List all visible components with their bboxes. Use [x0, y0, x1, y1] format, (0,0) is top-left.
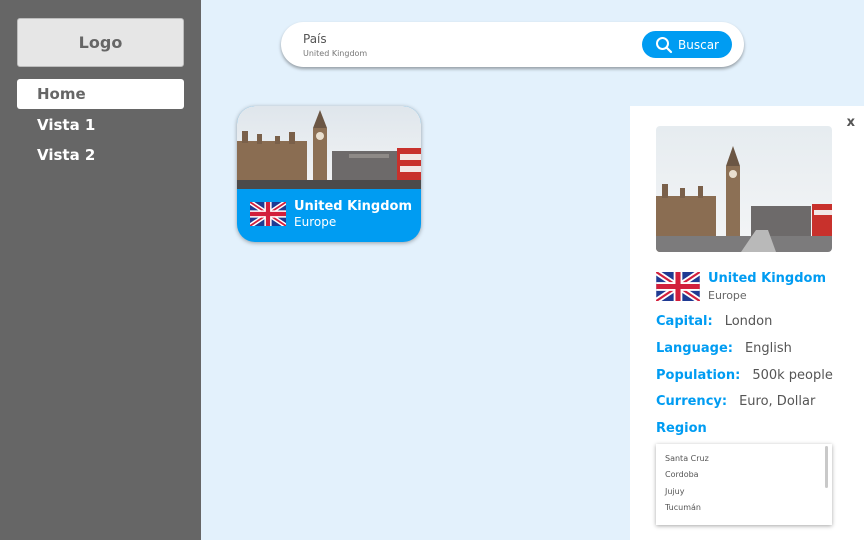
country-photo	[237, 106, 421, 189]
population-value: 500k people	[752, 368, 833, 383]
sidebar: Logo Home Vista 1 Vista 2	[0, 0, 201, 540]
population-row: Population: 500k people	[656, 368, 833, 383]
search-button-label: Buscar	[678, 37, 719, 52]
sidebar-item-vista-1[interactable]: Vista 1	[17, 110, 184, 140]
currency-value: Euro, Dollar	[739, 394, 816, 409]
population-label: Population:	[656, 368, 741, 383]
capital-row: Capital: London	[656, 314, 772, 329]
search-button[interactable]: Buscar	[642, 31, 732, 58]
region-listbox[interactable]: Santa Cruz Cordoba Jujuy Tucumán	[656, 444, 832, 525]
currency-label: Currency:	[656, 394, 728, 409]
card-country-region: Europe	[294, 215, 337, 229]
search-label: País	[303, 32, 327, 46]
sidebar-item-home[interactable]: Home	[17, 79, 184, 109]
uk-flag-icon	[250, 202, 286, 226]
currency-row: Currency: Euro, Dollar	[656, 394, 815, 409]
detail-country-region: Europe	[708, 289, 747, 302]
sidebar-item-vista-2[interactable]: Vista 2	[17, 140, 184, 170]
region-option[interactable]: Cordoba	[665, 470, 699, 479]
search-input[interactable]: United Kingdom	[303, 49, 367, 58]
listbox-scrollbar[interactable]	[825, 446, 828, 488]
region-option[interactable]: Santa Cruz	[665, 454, 709, 463]
search-icon	[656, 36, 673, 53]
logo[interactable]: Logo	[17, 18, 184, 67]
country-photo-large	[656, 126, 832, 252]
region-row: Region	[656, 421, 707, 436]
region-label: Region	[656, 421, 707, 436]
language-value: English	[744, 341, 792, 356]
detail-country-name: United Kingdom	[708, 271, 827, 286]
region-option[interactable]: Jujuy	[665, 487, 684, 496]
card-country-name: United Kingdom	[294, 199, 413, 214]
language-label: Language:	[656, 341, 733, 356]
capital-label: Capital:	[656, 314, 713, 329]
close-button[interactable]: x	[847, 115, 855, 130]
capital-value: London	[724, 314, 773, 329]
uk-flag-icon	[656, 272, 700, 301]
region-option[interactable]: Tucumán	[665, 503, 701, 512]
search-bar[interactable]: País United Kingdom Buscar	[281, 22, 744, 67]
country-card[interactable]: United Kingdom Europe	[237, 106, 421, 242]
country-detail-panel: x United Kingdom Europe Capital: London	[630, 106, 864, 540]
language-row: Language: English	[656, 341, 792, 356]
